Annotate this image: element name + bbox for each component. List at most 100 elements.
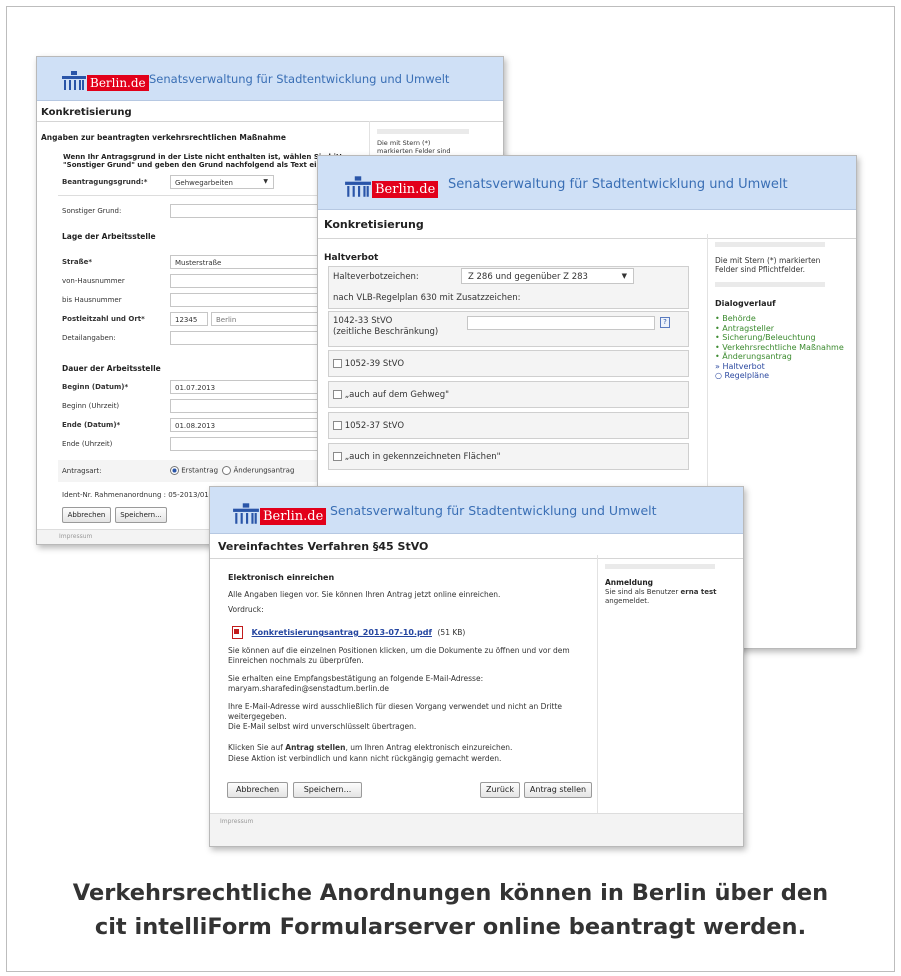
cb3-label: 1052-37 StVO — [344, 421, 405, 431]
plz-input[interactable]: 12345 — [170, 312, 208, 326]
ident-nr: Ident-Nr. Rahmenanordnung : 05-2013/0114… — [62, 491, 223, 499]
dialog-title: Dialogverlauf — [715, 299, 776, 308]
submit-application-button[interactable]: Antrag stellen — [524, 782, 592, 798]
dialog-item-antragsteller[interactable]: • Antragsteller — [715, 324, 850, 334]
berlin-de-wordmark: Berlin.de — [87, 75, 149, 91]
anmeldung-title: Anmeldung — [605, 578, 654, 587]
text-empfang: Sie erhalten eine Empfangsbestätigung an… — [228, 674, 484, 683]
text-vordruck: Vordruck: — [228, 605, 264, 614]
pdf-link[interactable]: Konkretisierungsantrag_2013-07-10.pdf — [252, 628, 432, 637]
logged-in-user: erna test — [680, 588, 717, 596]
site-header: Berlin.de Senatsverwaltung für Stadtentw… — [210, 487, 743, 534]
info-note-text: Wenn Ihr Antragsgrund in der Liste nicht… — [63, 153, 348, 169]
dialog-item-aenderungsantrag[interactable]: • Änderungsantrag — [715, 352, 850, 362]
cb1-checkbox[interactable]: 1052-39 StVO — [333, 359, 404, 369]
zeichen-label: Halteverbotzeichen: — [333, 272, 419, 282]
header-title: Senatsverwaltung für Stadtentwicklung un… — [448, 177, 788, 192]
footer-impressum[interactable]: Impressum — [59, 533, 92, 540]
text-antrag-stellen-bold: Antrag stellen — [285, 743, 346, 752]
berlin-de-wordmark: Berlin.de — [260, 508, 327, 525]
dialog-item-haltverbot[interactable]: » Haltverbot — [715, 362, 850, 372]
ort-value: Berlin — [216, 316, 237, 324]
section-lage: Lage der Arbeitsstelle — [62, 232, 156, 241]
screenshot-elektronisch-einreichen: Berlin.de Senatsverwaltung für Stadtentw… — [209, 486, 744, 847]
berlin-logo[interactable]: Berlin.de — [344, 174, 439, 198]
back-button[interactable]: Zurück — [480, 782, 520, 798]
zeichen-value: Z 286 und gegenüber Z 283 — [468, 272, 588, 282]
chevron-down-icon: ▼ — [621, 272, 627, 280]
anmeldung-text: Sie sind als Benutzer erna test angemeld… — [605, 588, 717, 605]
strasse-label: Straße* — [62, 258, 93, 266]
stvo1-sub: (zeitliche Beschränkung) — [333, 327, 439, 337]
dialog-item-massnahme[interactable]: • Verkehrsrechtliche Maßnahme — [715, 343, 850, 353]
brandenburg-gate-icon — [345, 176, 371, 197]
pdf-size: (51 KB) — [437, 628, 466, 637]
text-positionen: Sie können auf die einzelnen Positionen … — [228, 646, 570, 665]
brandenburg-gate-icon — [233, 503, 259, 524]
page-title: Konkretisierung — [37, 101, 503, 122]
text-email: maryam.sharafedin@senstadtum.berlin.de — [228, 684, 390, 693]
detail-label: Detailangaben: — [62, 334, 116, 342]
berlin-logo[interactable]: Berlin.de — [61, 69, 149, 91]
ende-value: 01.08.2013 — [175, 422, 216, 430]
cb2-checkbox[interactable]: „auch auf dem Gehweg" — [333, 390, 449, 400]
edit-icon[interactable]: ? — [660, 317, 670, 328]
save-button[interactable]: Speichern... — [293, 782, 362, 798]
header-title: Senatsverwaltung für Stadtentwicklung un… — [330, 503, 657, 518]
radio-selected-icon — [170, 466, 179, 475]
cancel-button[interactable]: Abbrechen — [62, 507, 111, 523]
chevron-down-icon: ▼ — [263, 178, 268, 185]
beginn-value: 01.07.2013 — [175, 384, 216, 392]
site-header: Berlin.de Senatsverwaltung für Stadtentw… — [37, 57, 503, 101]
strasse-value: Musterstraße — [175, 259, 222, 267]
zeichen-select[interactable]: Z 286 und gegenüber Z 283 ▼ — [461, 268, 634, 284]
stvo1-input[interactable] — [467, 316, 655, 330]
header-title: Senatsverwaltung für Stadtentwicklung un… — [149, 72, 450, 86]
pdf-download[interactable]: Konkretisierungsantrag_2013-07-10.pdf (5… — [232, 626, 465, 639]
text-angaben: Alle Angaben liegen vor. Sie können Ihre… — [228, 590, 501, 599]
caption-line-1: Verkehrsrechtliche Anordnungen können in… — [72, 880, 829, 906]
plz-value: 12345 — [175, 316, 198, 324]
antragsgrund-select[interactable]: Gehwegarbeiten ▼ — [170, 175, 274, 189]
cb4-checkbox[interactable]: „auch in gekennzeichneten Flächen" — [333, 452, 501, 462]
berlin-logo[interactable]: Berlin.de — [232, 501, 327, 525]
von-label: von-Hausnummer — [62, 277, 125, 285]
stvo1-label: 1042-33 StVO — [333, 316, 393, 326]
site-header: Berlin.de Senatsverwaltung für Stadtentw… — [318, 156, 856, 210]
beginn-label: Beginn (Datum)* — [62, 383, 129, 391]
ende-label: Ende (Datum)* — [62, 421, 121, 429]
cb1-label: 1052-39 StVO — [344, 359, 405, 369]
regelplan-text: nach VLB-Regelplan 630 mit Zusatzzeichen… — [333, 293, 521, 303]
checkbox-icon — [333, 390, 342, 399]
radio-erstantrag[interactable]: Erstantrag Änderungsantrag — [170, 466, 294, 475]
checkbox-icon — [333, 421, 342, 430]
cb4-label: „auch in gekennzeichneten Flächen" — [344, 452, 501, 462]
antragsgrund-label: Beantragungsgrund:* — [62, 178, 148, 186]
text-verbindlich: Diese Aktion ist verbindlich und kann ni… — [228, 754, 502, 763]
berlin-de-wordmark: Berlin.de — [372, 181, 439, 198]
checkbox-icon — [333, 359, 342, 368]
dialog-item-regelplaene[interactable]: ○ Regelpläne — [715, 371, 850, 381]
antragsgrund-value: Gehwegarbeiten — [175, 179, 233, 187]
dialog-item-sicherung[interactable]: • Sicherung/Beleuchtung — [715, 333, 850, 343]
plz-label: Postleitzahl und Ort* — [62, 315, 145, 323]
antragsart-label: Antragsart: — [62, 467, 102, 475]
save-button[interactable]: Speichern... — [115, 507, 167, 523]
side-note: Die mit Stern (*) markierten Felder sind… — [715, 256, 821, 274]
ende-zeit-label: Ende (Uhrzeit) — [62, 440, 113, 448]
dialog-item-behoerde[interactable]: • Behörde — [715, 314, 850, 324]
text-klicken: Klicken Sie auf Antrag stellen, um Ihren… — [228, 743, 513, 752]
beginn-zeit-label: Beginn (Uhrzeit) — [62, 402, 120, 410]
footer-impressum[interactable]: Impressum — [220, 818, 253, 825]
brandenburg-gate-icon — [62, 71, 86, 90]
text-unverschluesselt: Die E-Mail selbst wird unverschlüsselt ü… — [228, 722, 417, 731]
text-email-verwendung: Ihre E-Mail-Adresse wird ausschließlich … — [228, 702, 563, 721]
dialog-list: • Behörde • Antragsteller • Sicherung/Be… — [715, 314, 850, 381]
pdf-icon — [232, 626, 243, 639]
cb3-checkbox[interactable]: 1052-37 StVO — [333, 421, 404, 431]
section-massnahme: Angaben zur beantragten verkehrsrechtlic… — [41, 133, 286, 142]
cb2-label: „auch auf dem Gehweg" — [344, 390, 450, 400]
bis-label: bis Hausnummer — [62, 296, 122, 304]
cancel-button[interactable]: Abbrechen — [227, 782, 288, 798]
radio-aenderungsantrag-label: Änderungsantrag — [233, 466, 295, 475]
